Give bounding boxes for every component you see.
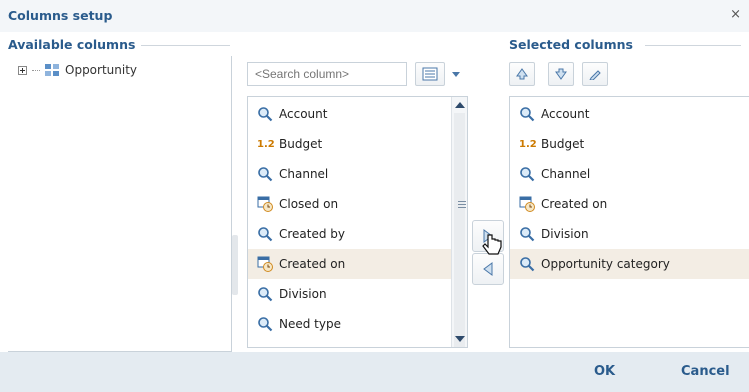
selected-header-divider [645,45,741,46]
object-grid-icon [45,63,60,77]
close-icon[interactable]: × [730,7,741,22]
cancel-button[interactable]: Cancel [681,364,730,379]
tree-node-opportunity[interactable]: Opportunity [18,63,137,77]
magnifier-icon [257,286,273,302]
available-columns-header: Available columns [8,37,142,52]
dialog-title: Columns setup [8,8,113,23]
number-icon: 1.2 [257,138,275,150]
selected-column-item[interactable]: 1.2 Budget [510,129,749,159]
selected-column-item-label: Channel [541,167,591,181]
magnifier-icon [519,256,535,272]
available-column-item-label: Account [279,107,328,121]
available-column-item[interactable]: Created by [248,219,467,249]
available-column-item-label: Budget [279,137,323,151]
datetime-icon [257,256,273,272]
magnifier-icon [519,166,535,182]
available-column-item-label: Closed on [279,197,339,211]
column-view-button[interactable] [415,62,445,86]
vertical-scrollbar[interactable] [451,97,467,347]
columns-setup-dialog: Columns setup × Available columns Opport… [0,0,749,392]
available-column-item-label: Channel [279,167,329,181]
object-tree-panel: Opportunity [8,56,232,352]
edit-column-button[interactable] [582,62,608,86]
move-up-button[interactable] [509,62,535,86]
tree-connector [32,69,40,71]
ok-button[interactable]: OK [594,364,615,379]
magnifier-icon [257,226,273,242]
datetime-icon [257,196,273,212]
arrow-down-icon [555,68,567,80]
available-column-item-label: Division [279,287,327,301]
selected-column-item-label: Created on [541,197,608,211]
selected-column-item[interactable]: Created on [510,189,749,219]
selected-column-item-label: Account [541,107,590,121]
selected-column-item[interactable]: Division [510,219,749,249]
chevron-down-icon[interactable] [447,62,465,86]
selected-column-item[interactable]: Opportunity category [510,249,749,279]
selected-columns-list: Account 1.2 Budget Channel Created on Divisio… [509,96,749,348]
selected-column-item-label: Opportunity category [541,257,670,271]
selected-column-item-label: Budget [541,137,585,151]
available-column-item-label: Created on [279,257,346,271]
dialog-footer: OK Cancel [0,352,749,392]
magnifier-icon [257,316,273,332]
datetime-icon [519,196,535,212]
selected-column-item[interactable]: Channel [510,159,749,189]
available-column-item-label: Created by [279,227,346,241]
magnifier-icon [257,166,273,182]
scroll-up-icon[interactable] [455,102,465,108]
magnifier-icon [519,106,535,122]
selected-columns-header: Selected columns [509,37,639,52]
number-icon: 1.2 [519,138,537,150]
list-view-icon [422,67,438,81]
expand-icon[interactable] [18,65,27,75]
tree-node-label: Opportunity [65,63,138,77]
arrow-left-icon [483,262,493,276]
dialog-titlebar: Columns setup × [0,0,749,32]
hand-cursor-icon [482,234,502,255]
pencil-icon [589,70,601,80]
available-column-item[interactable]: Created on [248,249,467,279]
panel-splitter[interactable] [232,235,238,295]
magnifier-icon [257,106,273,122]
available-column-item[interactable]: 1.2 Budget [248,129,467,159]
available-column-item[interactable]: Channel [248,159,467,189]
available-column-item[interactable]: Need type [248,309,467,339]
scroll-thumb[interactable] [454,113,466,347]
scroll-down-icon[interactable] [455,336,465,342]
available-column-item[interactable]: Closed on [248,189,467,219]
available-columns-list: Account 1.2 Budget Channel Closed on Created … [247,96,468,348]
selected-column-item[interactable]: Account [510,99,749,129]
search-input[interactable] [247,62,407,86]
available-column-item[interactable]: Division [248,279,467,309]
selected-column-item-label: Division [541,227,589,241]
available-column-item[interactable]: Account [248,99,467,129]
arrow-up-icon [516,68,528,80]
available-column-item-label: Need type [279,317,341,331]
move-down-button[interactable] [548,62,574,86]
magnifier-icon [519,226,535,242]
